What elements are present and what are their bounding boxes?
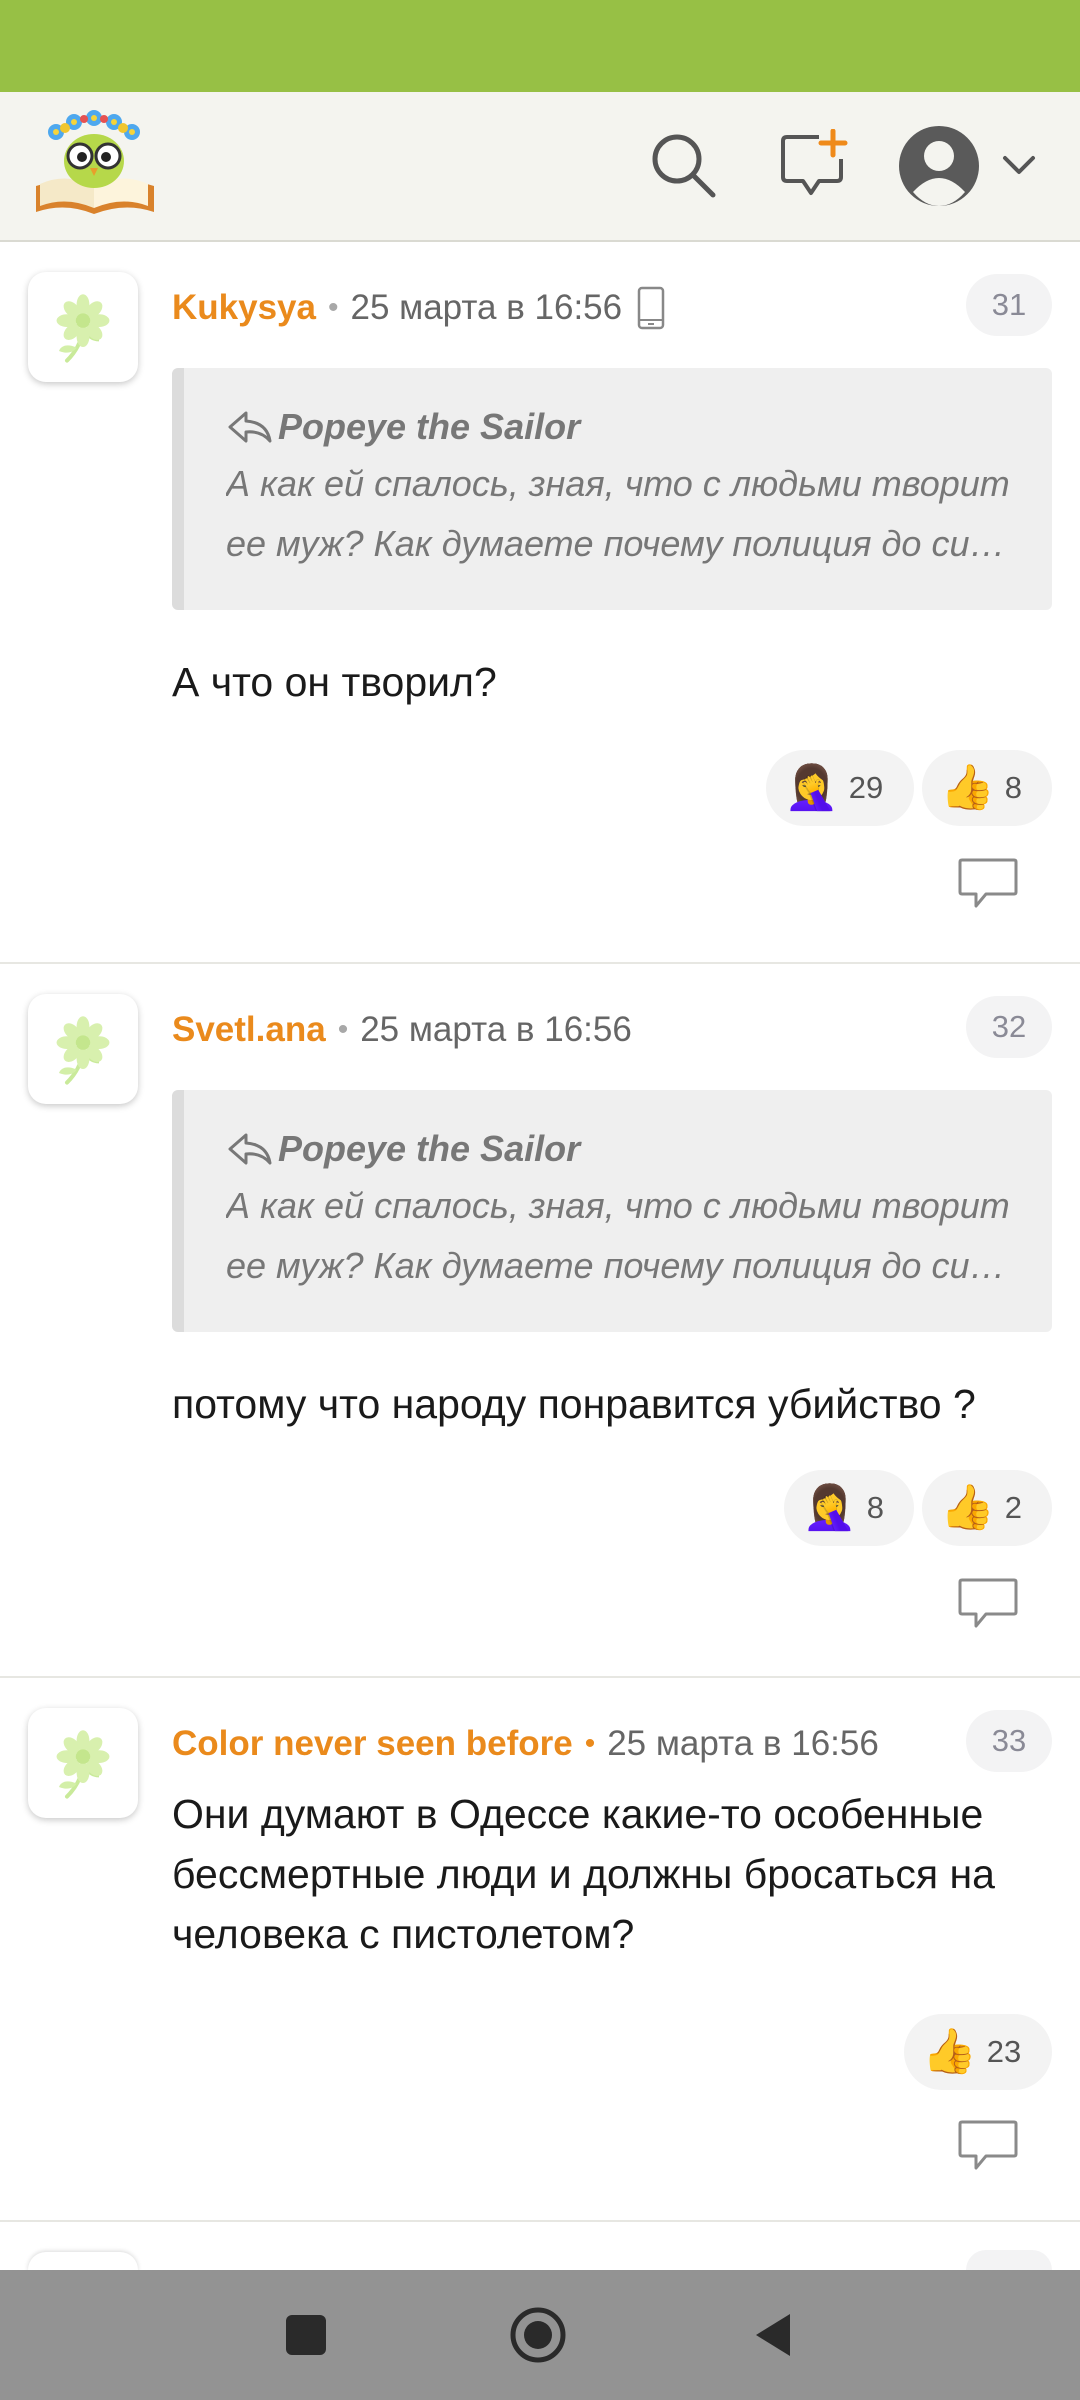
comment-item: Color never seen before • 25 марта в 16:… bbox=[0, 1678, 1080, 2222]
reply-arrow-icon bbox=[226, 409, 274, 445]
flower-avatar-icon bbox=[43, 1009, 123, 1089]
triangle-back-icon bbox=[756, 2314, 790, 2356]
reaction-count: 23 bbox=[986, 2034, 1022, 2069]
avatar[interactable] bbox=[28, 2252, 138, 2272]
comment-date: 25 марта в 16:56 bbox=[360, 1010, 632, 1049]
reaction-count: 29 bbox=[848, 770, 884, 805]
avatar[interactable] bbox=[28, 994, 138, 1104]
comment-item: Kukysya • 25 марта в 16:56 31 Popeye the… bbox=[0, 242, 1080, 964]
search-icon bbox=[652, 134, 716, 198]
flower-avatar-icon bbox=[43, 287, 123, 367]
quote-text: А как ей спалось, зная, что с людьми тво… bbox=[226, 1185, 1010, 1286]
flower-avatar-icon bbox=[43, 1723, 123, 1803]
comment-author[interactable]: Svetl.ana bbox=[172, 1010, 326, 1050]
new-post-icon bbox=[781, 129, 848, 195]
circle-icon bbox=[510, 2307, 566, 2363]
separator-dot: • bbox=[327, 291, 339, 324]
reaction-thumbs-up[interactable]: 👍 23 bbox=[904, 2014, 1052, 2090]
comment-date: 25 марта в 16:56 bbox=[350, 288, 623, 327]
reaction-thumbs-up[interactable]: 👍 8 bbox=[922, 750, 1052, 826]
quote-author-row: Popeye the Sailor bbox=[226, 1128, 1022, 1170]
separator-dot: • bbox=[584, 1727, 596, 1760]
quote-text: А как ей спалось, зная, что с людьми тво… bbox=[226, 463, 1010, 564]
app-header bbox=[0, 92, 1080, 242]
reply-arrow-icon bbox=[226, 1131, 274, 1167]
comment-text: потому что народу понравится убийство ? bbox=[172, 1381, 976, 1427]
quoted-reply[interactable]: Popeye the Sailor А как ей спалось, зная… bbox=[172, 368, 1052, 610]
reply-comment-icon[interactable] bbox=[956, 2118, 1020, 2174]
comment-text: А что он творил? bbox=[172, 659, 497, 705]
quote-author: Popeye the Sailor bbox=[278, 1128, 581, 1169]
quote-author: Popeye the Sailor bbox=[278, 406, 581, 447]
thumbs-up-icon: 👍 bbox=[940, 763, 995, 812]
comment-number-badge[interactable]: 32 bbox=[966, 996, 1052, 1058]
comment-meta: Svetl.ana • 25 марта в 16:56 bbox=[172, 1008, 632, 1052]
comment-author[interactable]: Kukysya bbox=[172, 288, 316, 328]
recents-button[interactable] bbox=[271, 2300, 341, 2370]
reaction-thumbs-up[interactable]: 👍 2 bbox=[922, 1470, 1052, 1546]
home-button[interactable] bbox=[503, 2300, 573, 2370]
quote-author-row: Popeye the Sailor bbox=[226, 406, 1022, 448]
owl-on-book-logo[interactable] bbox=[30, 106, 160, 221]
status-bar bbox=[0, 0, 1080, 92]
back-button[interactable] bbox=[738, 2300, 808, 2370]
square-icon bbox=[286, 2315, 326, 2355]
search-button[interactable] bbox=[640, 122, 726, 208]
thumbs-up-icon: 👍 bbox=[940, 1483, 995, 1532]
reply-comment-icon[interactable] bbox=[956, 1576, 1020, 1632]
reaction-count: 2 bbox=[1004, 1490, 1023, 1525]
comment-number-badge[interactable] bbox=[966, 2250, 1052, 2270]
reaction-facepalm[interactable]: 🤦‍♀️ 8 bbox=[784, 1470, 914, 1546]
avatar[interactable] bbox=[28, 272, 138, 382]
comment-meta: Kukysya • 25 марта в 16:56 bbox=[172, 286, 666, 330]
comment-meta: Color never seen before • 25 марта в 16:… bbox=[172, 1722, 879, 1766]
thumbs-up-icon: 👍 bbox=[922, 2027, 977, 2076]
comment-number-badge[interactable]: 31 bbox=[966, 274, 1052, 336]
comment-item: Svetl.ana • 25 марта в 16:56 32 Popeye t… bbox=[0, 964, 1080, 1678]
comment-number-badge[interactable]: 33 bbox=[966, 1710, 1052, 1772]
reaction-count: 8 bbox=[1004, 770, 1023, 805]
avatar[interactable] bbox=[28, 1708, 138, 1818]
separator-dot: • bbox=[337, 1013, 349, 1046]
quoted-reply[interactable]: Popeye the Sailor А как ей спалось, зная… bbox=[172, 1090, 1052, 1332]
reply-comment-icon[interactable] bbox=[956, 856, 1020, 912]
comment-text: Они думают в Одессе какие-то особенные б… bbox=[172, 1791, 995, 1957]
comment-author[interactable]: Color never seen before bbox=[172, 1724, 573, 1764]
profile-menu-button[interactable] bbox=[895, 118, 1045, 214]
system-nav-bar bbox=[0, 2270, 1080, 2400]
mobile-phone-icon bbox=[636, 285, 666, 331]
facepalm-icon: 🤦‍♀️ bbox=[784, 763, 839, 812]
chevron-down-icon bbox=[1003, 156, 1035, 174]
new-post-button[interactable] bbox=[770, 122, 856, 208]
user-avatar-icon bbox=[899, 126, 979, 206]
reaction-facepalm[interactable]: 🤦‍♀️ 29 bbox=[766, 750, 914, 826]
comments-list: Kukysya • 25 марта в 16:56 31 Popeye the… bbox=[0, 242, 1080, 2222]
reaction-count: 8 bbox=[866, 1490, 885, 1525]
comment-date: 25 марта в 16:56 bbox=[607, 1724, 879, 1763]
facepalm-icon: 🤦‍♀️ bbox=[802, 1483, 857, 1532]
